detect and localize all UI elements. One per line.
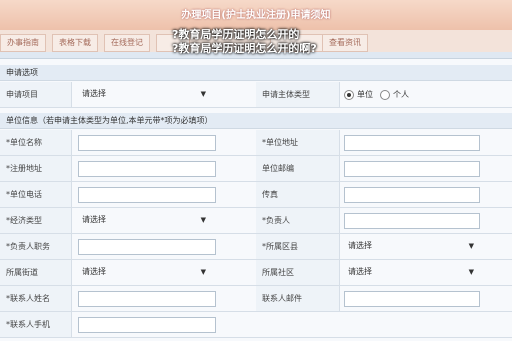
label-unit-phone: *单位电话 xyxy=(0,182,72,207)
radio-unit[interactable]: 单位 xyxy=(344,82,373,107)
tab-download[interactable]: 表格下载 xyxy=(52,34,98,52)
tab-news[interactable]: 查看资讯 xyxy=(322,34,368,52)
radio-icon xyxy=(380,89,390,100)
chevron-down-icon: ▼ xyxy=(200,268,206,276)
section-unit-info: 单位信息（若申请主体类型为单位,本单元带*项为必填项） xyxy=(0,113,512,129)
label-economic-type: *经济类型 xyxy=(0,208,72,233)
tab-guide[interactable]: 办事指南 xyxy=(0,34,46,52)
radio-unit-label: 单位 xyxy=(357,90,373,99)
select-apply-item-value: 请选择 xyxy=(82,89,106,98)
chevron-down-icon: ▼ xyxy=(468,268,474,276)
contact-name-field[interactable] xyxy=(78,291,216,307)
label-unit-address: *单位地址 xyxy=(256,130,340,155)
select-economic-type[interactable]: 请选择 ▼ xyxy=(78,213,210,227)
label-community: 所属社区 xyxy=(256,260,340,285)
person-in-charge-field[interactable] xyxy=(344,213,480,229)
unit-address-field[interactable] xyxy=(344,135,480,151)
select-economic-type-value: 请选择 xyxy=(82,215,106,224)
radio-person[interactable]: 个人 xyxy=(380,82,409,107)
section-apply-options: 申请选项 xyxy=(0,65,512,81)
contact-email-field[interactable] xyxy=(344,291,480,307)
form-row: 所属街道 请选择 ▼ 所属社区 请选择 ▼ xyxy=(0,260,512,286)
label-unit-zip: 单位邮编 xyxy=(256,156,340,181)
unit-name-field[interactable] xyxy=(78,135,216,151)
tab-register[interactable]: 在线登记 xyxy=(104,34,150,52)
label-district: *所属区县 xyxy=(256,234,340,259)
form-row: *负责人职务 *所属区县 请选择 ▼ xyxy=(0,234,512,260)
label-apply-item: 申请项目 xyxy=(0,82,72,107)
form-row: *经济类型 请选择 ▼ *负责人 xyxy=(0,208,512,234)
unit-zip-field[interactable] xyxy=(344,161,480,177)
form-row: *联系人手机 xyxy=(0,312,512,338)
register-address-field[interactable] xyxy=(78,161,216,177)
label-contact-mobile: *联系人手机 xyxy=(0,312,72,337)
label-street: 所属街道 xyxy=(0,260,72,285)
unit-phone-field[interactable] xyxy=(78,187,216,203)
form-panel: 申请选项 申请项目 请选择 ▼ 申请主体类型 单位 个人 单位信息（若申请主体类… xyxy=(0,58,512,341)
label-register-address: *注册地址 xyxy=(0,156,72,181)
label-subject-type: 申请主体类型 xyxy=(256,82,340,107)
select-street[interactable]: 请选择 ▼ xyxy=(78,265,210,279)
overlay-line-1: ?教育局学历证明怎么开的 xyxy=(172,28,300,41)
select-district[interactable]: 请选择 ▼ xyxy=(344,239,478,253)
overlay-line-2: ?教育局学历证明怎么开的啊? xyxy=(172,42,317,55)
form-row: *单位名称 *单位地址 xyxy=(0,130,512,156)
overlay-caption: ?教育局学历证明怎么开的 ?教育局学历证明怎么开的啊? xyxy=(172,28,317,56)
select-community-value: 请选择 xyxy=(348,267,372,276)
fax-field[interactable] xyxy=(344,187,480,203)
select-community[interactable]: 请选择 ▼ xyxy=(344,265,478,279)
form-row: *联系人姓名 联系人邮件 xyxy=(0,286,512,312)
label-person-in-charge: *负责人 xyxy=(256,208,340,233)
label-unit-name: *单位名称 xyxy=(0,130,72,155)
chevron-down-icon: ▼ xyxy=(200,216,206,224)
label-charge-position: *负责人职务 xyxy=(0,234,72,259)
label-fax: 传真 xyxy=(256,182,340,207)
select-apply-item[interactable]: 请选择 ▼ xyxy=(78,87,210,101)
page-title: 办理项目(护士执业注册)申请须知 xyxy=(181,10,331,21)
chevron-down-icon: ▼ xyxy=(200,90,206,98)
chevron-down-icon: ▼ xyxy=(468,242,474,250)
radio-person-label: 个人 xyxy=(393,90,409,99)
contact-mobile-field[interactable] xyxy=(78,317,216,333)
form-row: *单位电话 传真 xyxy=(0,182,512,208)
label-contact-name: *联系人姓名 xyxy=(0,286,72,311)
select-district-value: 请选择 xyxy=(348,241,372,250)
charge-position-field[interactable] xyxy=(78,239,216,255)
radio-icon xyxy=(344,89,354,100)
title-bar: 办理项目(护士执业注册)申请须知 xyxy=(0,0,512,30)
select-street-value: 请选择 xyxy=(82,267,106,276)
label-contact-email: 联系人邮件 xyxy=(256,286,340,311)
form-row: *注册地址 单位邮编 xyxy=(0,156,512,182)
form-row-apply: 申请项目 请选择 ▼ 申请主体类型 单位 个人 xyxy=(0,82,512,108)
